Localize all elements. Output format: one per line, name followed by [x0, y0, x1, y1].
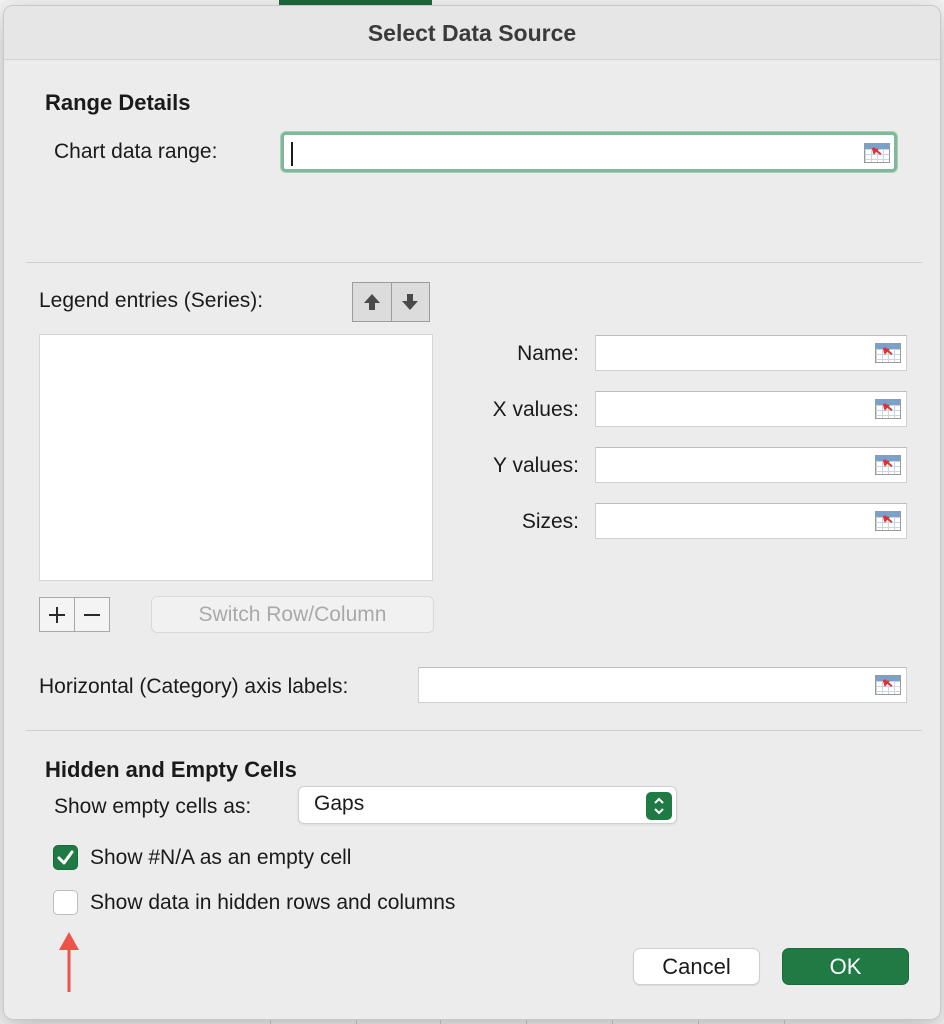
select-data-source-dialog: Select Data Source Range Details Chart d…: [3, 5, 941, 1020]
series-name-input[interactable]: [595, 335, 907, 371]
show-empty-cells-value: Gaps: [314, 792, 365, 815]
y-values-input[interactable]: [595, 447, 907, 483]
series-name-label: Name:: [517, 342, 579, 365]
legend-entries-label: Legend entries (Series):: [39, 289, 264, 312]
section-divider: [26, 262, 922, 263]
range-picker-icon[interactable]: [875, 675, 901, 695]
show-empty-cells-label: Show empty cells as:: [54, 795, 252, 818]
horizontal-axis-labels-label: Horizontal (Category) axis labels:: [39, 675, 349, 698]
arrow-up-icon: [363, 294, 380, 310]
show-na-label: Show #N/A as an empty cell: [90, 846, 352, 869]
x-values-label: X values:: [492, 398, 579, 421]
switch-row-column-button[interactable]: Switch Row/Column: [151, 596, 434, 633]
show-na-checkbox[interactable]: [53, 845, 78, 870]
range-picker-icon[interactable]: [875, 455, 901, 475]
hidden-empty-cells-heading: Hidden and Empty Cells: [45, 757, 297, 782]
show-hidden-data-label: Show data in hidden rows and columns: [90, 891, 456, 914]
section-divider: [26, 730, 922, 731]
chart-data-range-label: Chart data range:: [54, 140, 218, 163]
add-series-button[interactable]: [39, 597, 75, 632]
horizontal-axis-labels-input[interactable]: [418, 667, 907, 703]
sizes-input[interactable]: [595, 503, 907, 539]
show-empty-cells-select[interactable]: Gaps: [298, 786, 677, 824]
minus-icon: [84, 613, 100, 616]
chart-data-range-input[interactable]: [281, 132, 897, 172]
x-values-input[interactable]: [595, 391, 907, 427]
remove-series-button[interactable]: [74, 597, 110, 632]
annotation-arrow-icon: [59, 932, 79, 992]
move-down-button[interactable]: [390, 283, 430, 321]
ok-button[interactable]: OK: [782, 948, 909, 985]
dialog-titlebar: Select Data Source: [4, 6, 940, 60]
series-list[interactable]: [39, 334, 433, 581]
show-hidden-data-checkbox[interactable]: [53, 890, 78, 915]
move-up-button[interactable]: [353, 283, 391, 321]
range-picker-icon[interactable]: [875, 343, 901, 363]
series-move-buttons: [352, 282, 430, 322]
chevron-up-down-icon: [654, 797, 664, 815]
cancel-button[interactable]: Cancel: [633, 948, 760, 985]
plus-icon: [49, 606, 65, 623]
sizes-label: Sizes:: [521, 510, 579, 533]
range-picker-icon[interactable]: [875, 399, 901, 419]
text-caret: [291, 142, 293, 166]
arrow-down-icon: [402, 294, 419, 310]
dialog-title: Select Data Source: [367, 20, 577, 46]
range-details-heading: Range Details: [45, 90, 191, 115]
range-picker-icon[interactable]: [864, 143, 890, 163]
y-values-label: Y values:: [493, 454, 579, 477]
select-stepper: [646, 792, 672, 820]
checkmark-icon: [57, 850, 74, 865]
range-picker-icon[interactable]: [875, 511, 901, 531]
